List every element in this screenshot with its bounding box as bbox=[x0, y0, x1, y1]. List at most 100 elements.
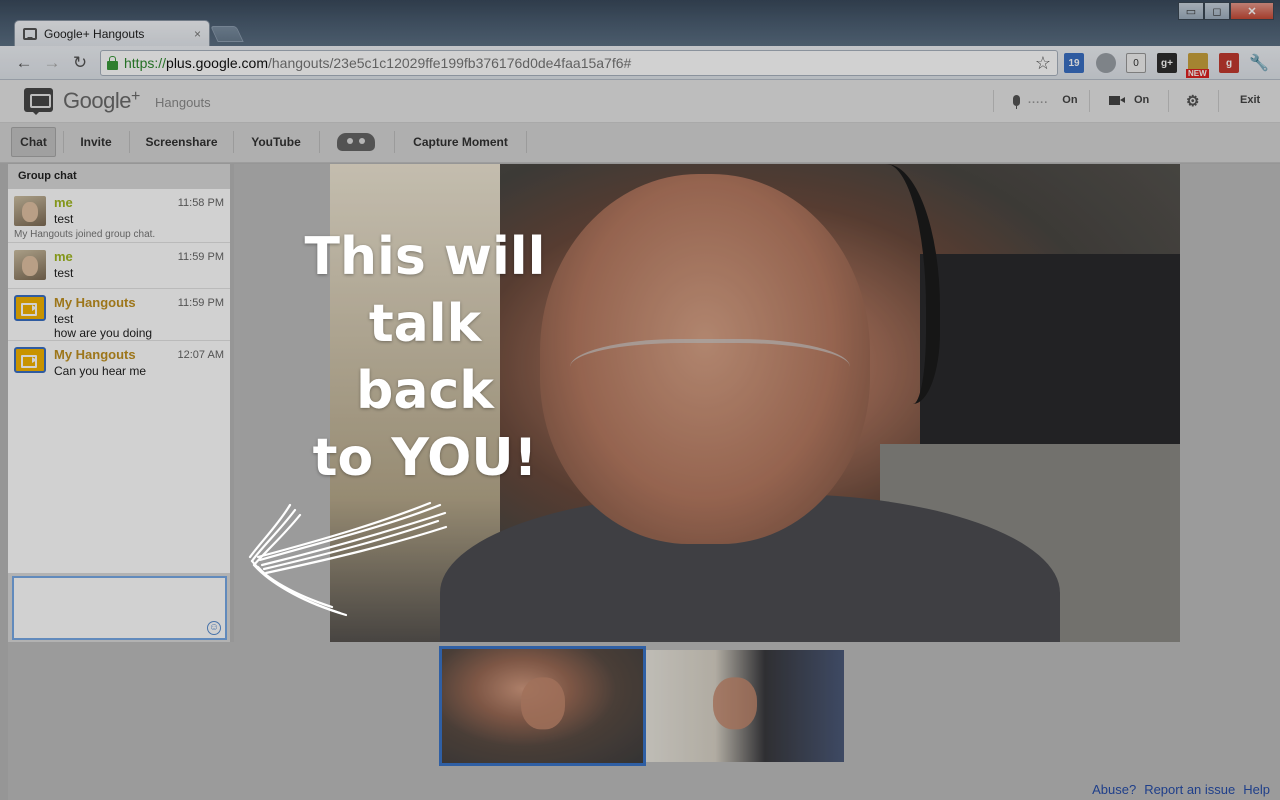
mic-toggle[interactable]: ..... On bbox=[1013, 94, 1078, 109]
address-bar[interactable]: https://plus.google.com/hangouts/23e5c1c… bbox=[100, 50, 1058, 76]
callout-line: This will bbox=[304, 227, 546, 287]
tab-youtube[interactable]: YouTube bbox=[241, 127, 311, 157]
app-header: Google+ Hangouts ..... On On ⚙ Exit bbox=[0, 80, 1280, 123]
participant-thumbnail[interactable] bbox=[646, 650, 844, 762]
forward-icon[interactable]: → bbox=[42, 53, 62, 73]
new-badge: NEW bbox=[1186, 69, 1209, 78]
tab-title: Google+ Hangouts bbox=[44, 26, 145, 41]
product-name: Hangouts bbox=[155, 95, 211, 110]
url-text[interactable]: https://plus.google.com/hangouts/23e5c1c… bbox=[124, 55, 631, 71]
message-text: test bbox=[54, 312, 74, 326]
window-controls: ▭ ◻ ✕ bbox=[1178, 2, 1274, 20]
video-glasses bbox=[570, 339, 850, 409]
brand-plus: + bbox=[130, 88, 140, 105]
tab-close-icon[interactable]: × bbox=[194, 27, 201, 41]
smiley-icon[interactable]: ☺ bbox=[207, 621, 221, 635]
gmail-extension-icon[interactable]: g bbox=[1219, 53, 1239, 73]
exit-button[interactable]: Exit bbox=[1240, 94, 1260, 106]
counter-extension-icon[interactable]: 0 bbox=[1126, 53, 1146, 73]
callout-line: back bbox=[356, 361, 494, 421]
browser-titlebar: Google+ Hangouts × ▭ ◻ ✕ bbox=[0, 0, 1280, 46]
message-time: 11:59 PM bbox=[177, 251, 224, 263]
abuse-link[interactable]: Abuse? bbox=[1092, 782, 1136, 797]
chat-message: My Hangouts 11:59 PM test how are you do… bbox=[8, 289, 230, 341]
maximize-button[interactable]: ◻ bbox=[1204, 2, 1230, 20]
hangouts-bot-icon bbox=[14, 295, 46, 321]
camera-icon bbox=[1109, 95, 1125, 105]
browser-toolbar: ← → ↻ https://plus.google.com/hangouts/2… bbox=[0, 46, 1280, 80]
header-divider bbox=[993, 90, 994, 112]
arrow-icon bbox=[248, 501, 448, 617]
annotation-callout: This will talk back to YOU! bbox=[300, 224, 550, 492]
microphone-icon bbox=[1013, 94, 1020, 109]
settings-button[interactable]: ⚙ bbox=[1186, 92, 1199, 110]
group-chat-panel: Group chat me 11:58 PM test My Hangouts … bbox=[8, 164, 230, 722]
toolbar-divider bbox=[233, 131, 234, 153]
hangouts-logo-icon bbox=[24, 88, 53, 115]
report-issue-link[interactable]: Report an issue bbox=[1144, 782, 1235, 797]
toolbar-divider bbox=[129, 131, 130, 153]
star-icon[interactable]: ☆ bbox=[1035, 53, 1051, 74]
system-notice: My Hangouts joined group chat. bbox=[14, 229, 156, 240]
chat-input-box[interactable]: ☺ bbox=[12, 576, 227, 640]
chat-message-list[interactable]: me 11:58 PM test My Hangouts joined grou… bbox=[8, 189, 230, 573]
toolbar-divider bbox=[63, 131, 64, 153]
help-link[interactable]: Help bbox=[1243, 782, 1270, 797]
hangouts-favicon-icon bbox=[23, 27, 37, 40]
url-path: /hangouts/23e5c1c12029ffe199fb376176d0de… bbox=[267, 55, 632, 71]
message-text: test bbox=[54, 212, 74, 226]
minimize-button[interactable]: ▭ bbox=[1178, 2, 1204, 20]
hangouts-bot-icon bbox=[14, 347, 46, 373]
chat-message: My Hangouts 12:07 AM Can you hear me bbox=[8, 341, 230, 387]
wrench-icon[interactable]: 🔧 bbox=[1249, 53, 1269, 73]
chat-input[interactable] bbox=[14, 578, 225, 638]
tab-invite[interactable]: Invite bbox=[70, 127, 122, 157]
camera-toggle[interactable]: On bbox=[1109, 94, 1149, 106]
capture-moment-button[interactable]: Capture Moment bbox=[404, 127, 517, 157]
calendar-extension-icon[interactable]: 19 bbox=[1064, 53, 1084, 73]
header-divider bbox=[1089, 90, 1090, 112]
header-divider bbox=[1218, 90, 1219, 112]
message-text: Can you hear me bbox=[54, 364, 147, 378]
mic-level: ..... bbox=[1028, 94, 1049, 106]
callout-line: talk bbox=[368, 294, 482, 354]
url-host: plus.google.com bbox=[166, 55, 268, 71]
chat-message: me 11:59 PM test bbox=[8, 243, 230, 289]
new-extension-icon[interactable]: NEW bbox=[1186, 53, 1209, 78]
avatar bbox=[14, 250, 46, 280]
video-monitor bbox=[920, 254, 1180, 444]
toolbar-divider bbox=[394, 131, 395, 153]
toolbar-divider bbox=[526, 131, 527, 153]
dog-effect-icon bbox=[337, 133, 375, 151]
footer-links: Abuse? Report an issue Help bbox=[1092, 782, 1270, 797]
tab-chat[interactable]: Chat bbox=[11, 127, 56, 157]
url-scheme: https:// bbox=[124, 55, 167, 71]
browser-tab[interactable]: Google+ Hangouts × bbox=[14, 20, 210, 46]
message-time: 11:58 PM bbox=[177, 197, 224, 209]
message-text: test bbox=[54, 266, 74, 280]
reload-icon[interactable]: ↻ bbox=[70, 53, 90, 73]
participant-thumbnail-selected[interactable] bbox=[439, 646, 646, 766]
participant-face bbox=[520, 677, 565, 730]
gear-icon: ⚙ bbox=[1186, 93, 1200, 110]
avatar bbox=[14, 196, 46, 226]
chat-message: me 11:58 PM test My Hangouts joined grou… bbox=[8, 189, 230, 243]
camera-state: On bbox=[1134, 94, 1150, 106]
app-toolbar: Chat Invite Screenshare YouTube Capture … bbox=[0, 123, 1280, 163]
mic-state: On bbox=[1062, 94, 1078, 106]
close-window-button[interactable]: ✕ bbox=[1230, 2, 1274, 20]
message-time: 12:07 AM bbox=[177, 349, 224, 361]
circle-extension-icon[interactable] bbox=[1096, 53, 1116, 73]
callout-line: to YOU! bbox=[312, 428, 538, 488]
new-tab-button[interactable] bbox=[210, 26, 244, 42]
group-chat-title: Group chat bbox=[18, 170, 77, 182]
back-icon[interactable]: ← bbox=[14, 53, 34, 73]
message-text: how are you doing bbox=[54, 326, 153, 340]
header-divider bbox=[1168, 90, 1169, 112]
gplus-extension-icon[interactable]: g+ bbox=[1157, 53, 1177, 73]
google-plus-logo: Google+ bbox=[63, 88, 140, 114]
lock-icon bbox=[107, 55, 118, 70]
effects-button[interactable] bbox=[333, 127, 379, 157]
tab-screenshare[interactable]: Screenshare bbox=[137, 127, 226, 157]
toolbar-divider bbox=[319, 131, 320, 153]
